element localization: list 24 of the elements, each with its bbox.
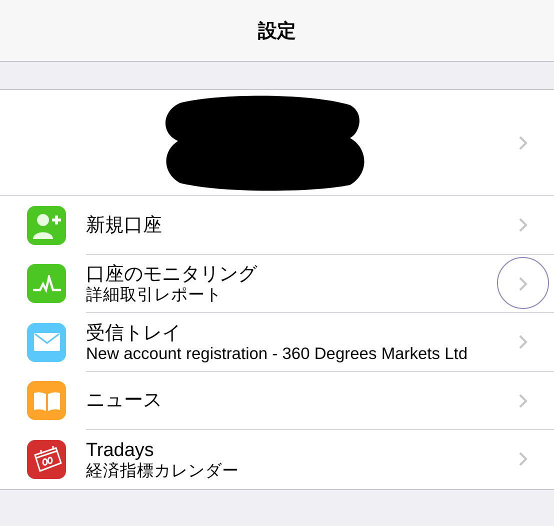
- menu-row[interactable]: Tradays 経済指標カレンダー: [0, 430, 554, 488]
- menu-row[interactable]: 口座のモニタリング 詳細取引レポート: [0, 254, 554, 313]
- row-title: 受信トレイ: [86, 322, 181, 345]
- chevron-icon: [518, 392, 528, 409]
- row-title: 口座のモニタリング: [86, 263, 257, 286]
- row-title: 新規口座: [86, 214, 162, 237]
- book-icon: [32, 390, 60, 412]
- row-title: ニュース: [86, 389, 162, 412]
- row-title: Tradays: [86, 438, 154, 462]
- chevron-icon: [518, 451, 528, 468]
- chevron-icon: [518, 276, 528, 292]
- chevron-icon: [518, 217, 528, 234]
- row-subtitle: New account registration - 360 Degrees Markets Ltd: [86, 344, 468, 363]
- calendar-icon: [32, 445, 62, 474]
- pulse-chart-icon: [32, 274, 62, 293]
- row-subtitle: 経済指標カレンダー: [86, 462, 239, 480]
- menu-row[interactable]: 新規口座: [0, 196, 554, 254]
- row-subtitle: 詳細取引レポート: [86, 286, 222, 304]
- window-title: 設定: [258, 20, 296, 44]
- menu-row[interactable]: 受信トレイ New account registration - 360 Degrees Markets Ltd: [0, 313, 554, 372]
- menu-row[interactable]: ニュース: [0, 372, 554, 430]
- mail-icon: [34, 333, 60, 352]
- chevron-icon: [518, 334, 528, 350]
- chevron-icon: [518, 134, 528, 150]
